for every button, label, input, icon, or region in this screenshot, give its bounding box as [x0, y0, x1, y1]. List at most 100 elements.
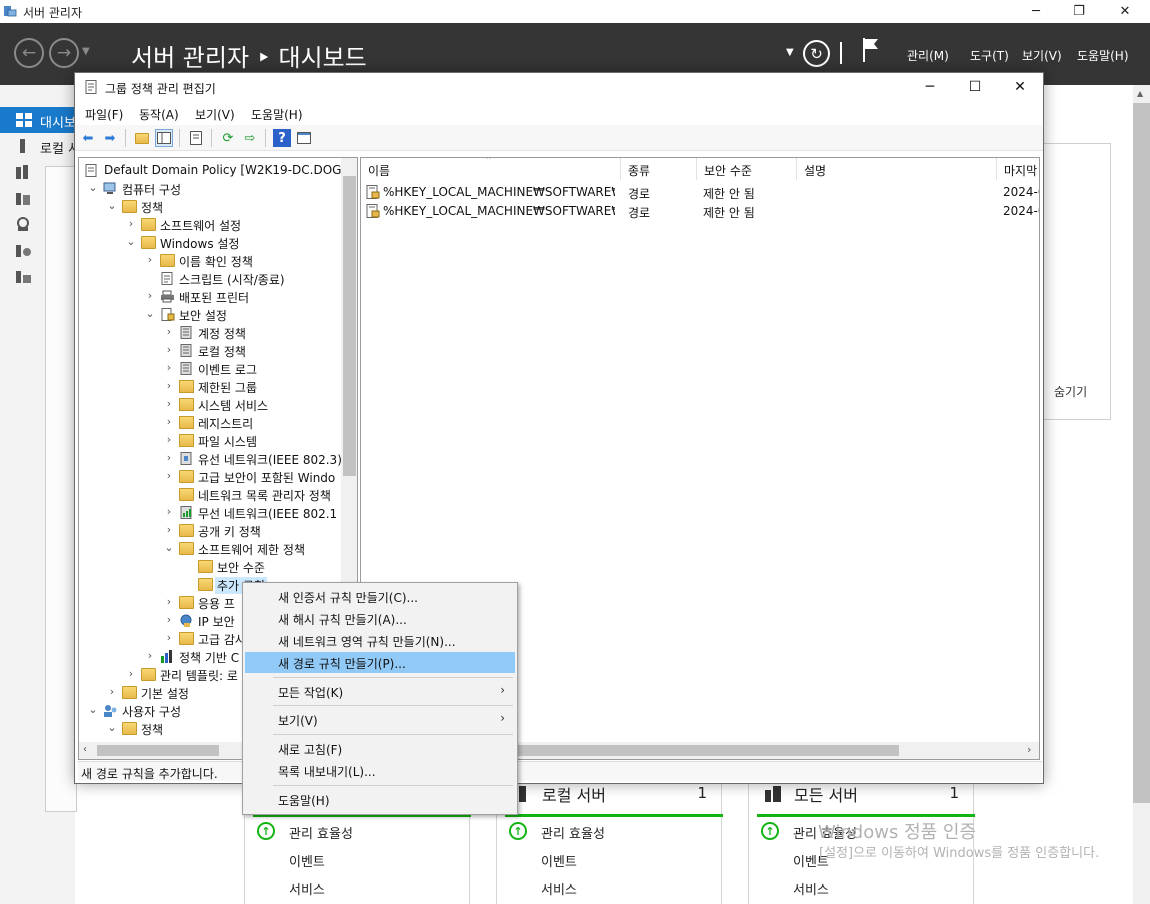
chevron-right-icon[interactable]: ›	[163, 523, 175, 536]
menu-manage[interactable]: 관리(M)	[907, 47, 949, 64]
chevron-down-icon[interactable]: ⌄	[106, 721, 118, 734]
chevron-right-icon[interactable]: ›	[163, 613, 175, 626]
chevron-right-icon[interactable]: ›	[163, 451, 175, 464]
tile-row-services[interactable]: 서비스	[541, 879, 577, 898]
servers-icon	[765, 786, 781, 802]
chevron-right-icon[interactable]: ›	[163, 595, 175, 608]
path-rule-icon	[366, 204, 380, 218]
menu-file[interactable]: 파일(F)	[85, 106, 123, 123]
table-row[interactable]: %HKEY_LOCAL_MACHINE₩SOFTWARE₩... 경로 제한 안…	[361, 202, 1039, 221]
chevron-right-icon[interactable]: ›	[163, 631, 175, 644]
menu-item-new-network-zone-rule[interactable]: 새 네트워크 영역 규칙 만들기(N)...	[245, 630, 515, 651]
menu-help[interactable]: 도움말(H)	[251, 106, 303, 123]
chevron-right-icon[interactable]: ›	[163, 433, 175, 446]
gpme-titlebar: 그룹 정책 관리 편집기 ─ ☐ ✕	[75, 73, 1043, 101]
menu-help[interactable]: 도움말(H)	[1077, 47, 1129, 64]
tile-row-services[interactable]: 서비스	[289, 879, 325, 898]
gpme-title: 그룹 정책 관리 편집기	[105, 82, 216, 96]
tile-row-manageability[interactable]: 관리 효율성	[541, 823, 605, 842]
gpme-maximize-button[interactable]: ☐	[952, 75, 998, 99]
properties-icon[interactable]	[187, 129, 205, 147]
folder-icon	[122, 200, 137, 213]
tile-row-events[interactable]: 이벤트	[541, 851, 577, 870]
chevron-right-icon[interactable]: ›	[163, 469, 175, 482]
chevron-down-icon[interactable]: ⌄	[87, 703, 99, 716]
export-list-icon[interactable]: ⇨	[241, 129, 259, 147]
back-arrow-icon[interactable]: ⬅	[79, 129, 97, 147]
gpme-minimize-button[interactable]: ─	[907, 75, 953, 99]
forward-button[interactable]: →	[49, 38, 79, 68]
folder-icon	[122, 722, 137, 735]
chevron-down-icon[interactable]: ⌄	[87, 181, 99, 194]
help-icon[interactable]: ?	[273, 129, 291, 147]
menu-tools[interactable]: 도구(T)	[970, 47, 1009, 64]
chevron-down-icon[interactable]: ⌄	[125, 235, 137, 248]
tile-row-events[interactable]: 이벤트	[289, 851, 325, 870]
gpme-close-button[interactable]: ✕	[997, 75, 1043, 99]
table-row[interactable]: %HKEY_LOCAL_MACHINE₩SOFTWARE₩... 경로 제한 안…	[361, 183, 1039, 202]
refresh-icon[interactable]: ⟳	[219, 129, 237, 147]
menu-item-all-tasks[interactable]: 모든 작업(K) ›	[245, 681, 515, 702]
policy-book-icon	[180, 362, 192, 375]
tree-vertical-scrollbar-thumb[interactable]	[343, 176, 356, 476]
page-scrollbar-thumb[interactable]	[1133, 103, 1150, 803]
menu-item-help[interactable]: 도움말(H)	[245, 789, 515, 810]
chevron-right-icon[interactable]: ›	[163, 379, 175, 392]
breadcrumb-dropdown-icon[interactable]: ▼	[786, 47, 794, 58]
close-button[interactable]: ✕	[1102, 0, 1148, 23]
sidebar-item-dashboard[interactable]: 대시보드	[0, 107, 88, 133]
menu-item-refresh[interactable]: 새로 고침(F)	[245, 738, 515, 759]
scroll-right-icon[interactable]: ›	[1027, 743, 1031, 756]
tree-label: 스크립트 (시작/종료)	[179, 273, 285, 287]
chevron-right-icon[interactable]: ›	[106, 685, 118, 698]
menu-item-view[interactable]: 보기(V) ›	[245, 709, 515, 730]
chevron-right-icon[interactable]: ›	[144, 253, 156, 266]
column-header-description[interactable]: 설명	[797, 158, 997, 180]
minimize-button[interactable]: ─	[1013, 0, 1059, 23]
chevron-right-icon[interactable]: ›	[125, 667, 137, 680]
hide-link[interactable]: 숨기기	[1054, 383, 1087, 400]
secure-folder-icon	[179, 434, 194, 447]
history-dropdown-icon[interactable]: ▼	[82, 46, 90, 57]
chevron-right-icon[interactable]: ›	[163, 415, 175, 428]
tile-row-manageability[interactable]: 관리 효율성	[289, 823, 353, 842]
column-header-name[interactable]: 이름 ⌃	[361, 158, 621, 180]
chevron-down-icon[interactable]: ⌄	[144, 307, 156, 320]
chevron-right-icon[interactable]: ›	[144, 289, 156, 302]
menu-view[interactable]: 보기(V)	[195, 106, 235, 123]
tree-horizontal-scrollbar-thumb[interactable]	[97, 745, 219, 756]
tile-row-services[interactable]: 서비스	[793, 879, 829, 898]
menu-view[interactable]: 보기(V)	[1022, 47, 1062, 64]
tree-label: 파일 시스템	[198, 435, 258, 449]
restore-button[interactable]: ❐	[1056, 0, 1102, 23]
column-header-last-modified[interactable]: 마지막	[997, 158, 1039, 180]
secure-folder-icon	[179, 416, 194, 429]
chevron-right-icon[interactable]: ›	[163, 397, 175, 410]
chevron-right-icon[interactable]: ›	[163, 343, 175, 356]
chevron-right-icon[interactable]: ›	[163, 361, 175, 374]
menu-action[interactable]: 동작(A)	[139, 106, 179, 123]
console-view-icon[interactable]	[295, 129, 313, 147]
show-hide-tree-icon[interactable]	[155, 129, 173, 147]
chevron-right-icon[interactable]: ›	[163, 325, 175, 338]
back-button[interactable]: ←	[14, 38, 44, 68]
chevron-right-icon[interactable]: ›	[125, 217, 137, 230]
menu-item-export-list[interactable]: 목록 내보내기(L)...	[245, 760, 515, 781]
up-folder-icon[interactable]	[133, 129, 151, 147]
chevron-right-icon[interactable]: ›	[144, 649, 156, 662]
chevron-down-icon[interactable]: ⌄	[106, 199, 118, 212]
menu-item-new-path-rule[interactable]: 새 경로 규칙 만들기(P)...	[245, 652, 515, 673]
scroll-up-icon[interactable]: ▲	[1137, 89, 1143, 98]
chevron-down-icon[interactable]: ⌄	[163, 541, 175, 554]
forward-arrow-icon[interactable]: ➡	[101, 129, 119, 147]
refresh-icon[interactable]: ↻	[803, 40, 830, 67]
column-header-security-level[interactable]: 보안 수준	[697, 158, 797, 180]
notifications-flag-icon[interactable]	[862, 37, 880, 63]
chevron-right-icon[interactable]: ›	[163, 505, 175, 518]
scroll-left-icon[interactable]: ‹	[83, 744, 87, 755]
tile-local-server[interactable]: 로컬 서버 1 ↑ 관리 효율성 이벤트 서비스	[496, 775, 723, 904]
column-header-type[interactable]: 종류	[621, 158, 697, 180]
sidebar-item-local-server[interactable]: 로컬 서버	[0, 133, 92, 159]
menu-item-new-certificate-rule[interactable]: 새 인증서 규칙 만들기(C)...	[245, 586, 515, 607]
menu-item-new-hash-rule[interactable]: 새 해시 규칙 만들기(A)...	[245, 608, 515, 629]
